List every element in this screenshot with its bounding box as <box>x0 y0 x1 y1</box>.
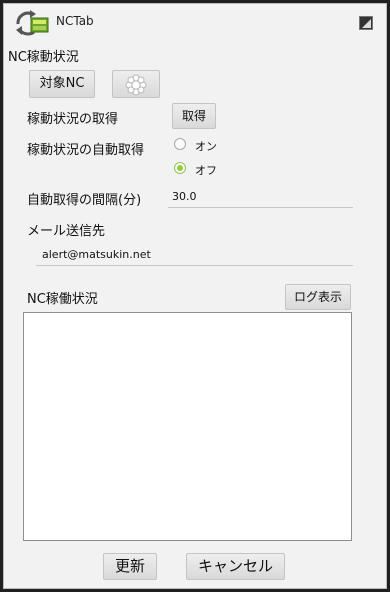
email-input[interactable]: alert@matsukin.net <box>36 248 353 266</box>
interval-input[interactable]: 30.0 <box>168 190 353 208</box>
auto-fetch-on-radio[interactable] <box>174 138 186 150</box>
nc-settings-button[interactable] <box>112 70 160 98</box>
show-log-button[interactable]: ログ表示 <box>285 284 351 310</box>
auto-fetch-label: 稼動状況の自動取得 <box>27 143 145 158</box>
mail-section-heading: メール送信先 <box>27 224 106 239</box>
gear-icon <box>125 74 147 106</box>
auto-fetch-off-label: オフ <box>195 164 217 177</box>
interval-label: 自動取得の間隔(分) <box>27 193 142 208</box>
log-section-heading: NC稼働状況 <box>27 292 98 307</box>
fetch-status-label: 稼動状況の取得 <box>27 112 119 127</box>
log-text-area[interactable] <box>23 312 352 541</box>
auto-fetch-off-radio[interactable] <box>174 162 186 174</box>
app-icon <box>14 8 50 38</box>
auto-fetch-on-label: オン <box>195 140 217 153</box>
cancel-button[interactable]: キャンセル <box>186 553 285 580</box>
dialog-window: NCTab NC稼動状況 対象NC 稼動状況の取得 取得 稼動状況の自動取得 オ… <box>3 3 387 589</box>
email-value: alert@matsukin.net <box>42 248 151 261</box>
window-title: NCTab <box>56 14 94 28</box>
interval-value: 30.0 <box>172 190 197 203</box>
maximize-icon[interactable] <box>359 16 373 30</box>
fetch-button[interactable]: 取得 <box>172 103 216 129</box>
update-button[interactable]: 更新 <box>103 553 157 580</box>
status-section-heading: NC稼動状況 <box>8 50 79 65</box>
target-nc-button[interactable]: 対象NC <box>29 70 95 98</box>
